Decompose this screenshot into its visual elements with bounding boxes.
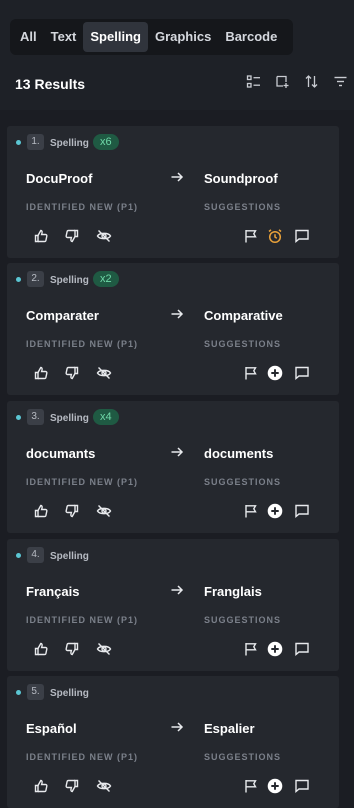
result-card[interactable]: 3. Spelling x4 documants documents IDENT… — [7, 401, 339, 533]
thumbs-up-icon[interactable] — [33, 365, 49, 381]
identified-word: documants — [26, 446, 96, 461]
identified-label: IDENTIFIED NEW (P1) — [26, 202, 139, 212]
result-card[interactable]: 4. Spelling Français Franglais IDENTIFIE… — [7, 539, 339, 671]
result-card[interactable]: 5. Spelling Español Espalier IDENTIFIED … — [7, 676, 339, 808]
hide-icon[interactable] — [96, 641, 112, 657]
result-card[interactable]: 1. Spelling x6 DocuProof Soundproof IDEN… — [7, 126, 339, 258]
identified-word: Comparater — [26, 308, 99, 323]
result-number: 2. — [27, 271, 44, 287]
thumbs-down-icon[interactable] — [64, 503, 80, 519]
status-dot — [16, 277, 21, 282]
identified-label: IDENTIFIED NEW (P1) — [26, 615, 139, 625]
hide-icon[interactable] — [96, 778, 112, 794]
suggestions-label: SUGGESTIONS — [204, 752, 282, 762]
comment-icon[interactable] — [294, 365, 310, 381]
flag-icon[interactable] — [243, 228, 259, 244]
status-dot — [16, 553, 21, 558]
comment-icon[interactable] — [294, 641, 310, 657]
status-dot — [16, 690, 21, 695]
result-number: 1. — [27, 134, 44, 150]
hide-icon[interactable] — [96, 228, 112, 244]
alarm-clock-icon[interactable] — [267, 228, 283, 244]
thumbs-down-icon[interactable] — [64, 365, 80, 381]
comment-icon[interactable] — [294, 503, 310, 519]
add-circle-icon[interactable] — [267, 778, 283, 794]
arrow-right-icon — [170, 583, 184, 597]
suggestion-word[interactable]: Franglais — [204, 584, 262, 599]
sort-icon[interactable] — [304, 74, 319, 89]
add-comment-icon[interactable] — [275, 74, 290, 89]
toolbar — [246, 74, 348, 89]
identified-label: IDENTIFIED NEW (P1) — [26, 339, 139, 349]
suggestions-label: SUGGESTIONS — [204, 339, 282, 349]
result-card[interactable]: 2. Spelling x2 Comparater Comparative ID… — [7, 263, 339, 395]
results-count: 13 Results — [15, 76, 86, 92]
arrow-right-icon — [170, 720, 184, 734]
suggestion-word[interactable]: Comparative — [204, 308, 283, 323]
occurrence-count-badge: x2 — [93, 271, 119, 287]
identified-word: Español — [26, 721, 77, 736]
tab-barcode[interactable]: Barcode — [218, 22, 284, 52]
comment-icon[interactable] — [294, 778, 310, 794]
suggestions-label: SUGGESTIONS — [204, 477, 282, 487]
suggestion-word[interactable]: Espalier — [204, 721, 255, 736]
results-list: 1. Spelling x6 DocuProof Soundproof IDEN… — [0, 110, 354, 808]
flag-icon[interactable] — [243, 365, 259, 381]
occurrence-count-badge: x6 — [93, 134, 119, 150]
thumbs-up-icon[interactable] — [33, 778, 49, 794]
flag-icon[interactable] — [243, 641, 259, 657]
status-dot — [16, 140, 21, 145]
suggestion-word[interactable]: documents — [204, 446, 273, 461]
result-type: Spelling — [50, 413, 89, 424]
suggestions-label: SUGGESTIONS — [204, 202, 282, 212]
thumbs-up-icon[interactable] — [33, 228, 49, 244]
result-number: 3. — [27, 409, 44, 425]
tab-all[interactable]: All — [13, 22, 44, 52]
result-type: Spelling — [50, 688, 89, 699]
arrow-right-icon — [170, 307, 184, 321]
result-type: Spelling — [50, 551, 89, 562]
arrow-right-icon — [170, 170, 184, 184]
arrow-right-icon — [170, 445, 184, 459]
thumbs-up-icon[interactable] — [33, 641, 49, 657]
tab-text[interactable]: Text — [44, 22, 84, 52]
identified-word: DocuProof — [26, 171, 93, 186]
thumbs-down-icon[interactable] — [64, 778, 80, 794]
suggestion-word[interactable]: Soundproof — [204, 171, 278, 186]
identified-label: IDENTIFIED NEW (P1) — [26, 477, 139, 487]
add-circle-icon[interactable] — [267, 641, 283, 657]
thumbs-down-icon[interactable] — [64, 641, 80, 657]
hide-icon[interactable] — [96, 365, 112, 381]
header-panel: All Text Spelling Graphics Barcode 13 Re… — [0, 0, 354, 110]
result-type: Spelling — [50, 275, 89, 286]
status-dot — [16, 415, 21, 420]
result-number: 5. — [27, 684, 44, 700]
identified-word: Français — [26, 584, 80, 599]
hide-icon[interactable] — [96, 503, 112, 519]
result-number: 4. — [27, 547, 44, 563]
suggestions-label: SUGGESTIONS — [204, 615, 282, 625]
thumbs-up-icon[interactable] — [33, 503, 49, 519]
comment-icon[interactable] — [294, 228, 310, 244]
filter-tabs: All Text Spelling Graphics Barcode — [10, 19, 293, 55]
checklist-icon[interactable] — [246, 74, 261, 89]
tab-graphics[interactable]: Graphics — [148, 22, 218, 52]
add-circle-icon[interactable] — [267, 503, 283, 519]
thumbs-down-icon[interactable] — [64, 228, 80, 244]
identified-label: IDENTIFIED NEW (P1) — [26, 752, 139, 762]
add-circle-icon[interactable] — [267, 365, 283, 381]
flag-icon[interactable] — [243, 503, 259, 519]
tab-spelling[interactable]: Spelling — [83, 22, 148, 52]
filter-icon[interactable] — [333, 74, 348, 89]
result-type: Spelling — [50, 138, 89, 149]
occurrence-count-badge: x4 — [93, 409, 119, 425]
flag-icon[interactable] — [243, 778, 259, 794]
